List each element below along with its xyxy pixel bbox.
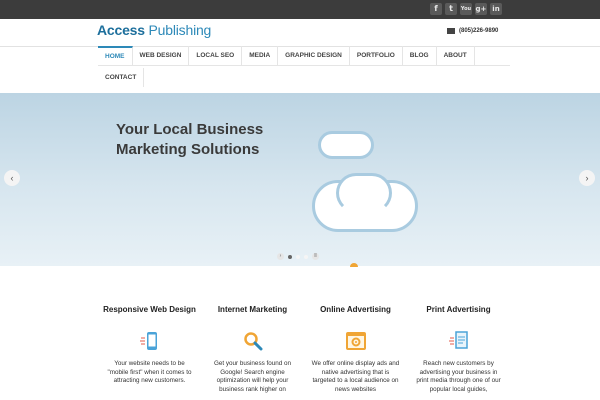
envelope-icon: [447, 28, 455, 34]
logo-word-access: Access: [97, 22, 145, 38]
feature-title: Responsive Web Design: [103, 305, 196, 314]
feature-description: Your website needs to be "mobile first" …: [107, 360, 192, 385]
cloud-small: [318, 131, 374, 159]
phone-contact: (805)226-9890: [447, 28, 498, 34]
feature-print-advertising: Print Advertising Reach new customers by…: [407, 304, 510, 394]
logo-word-publishing: Publishing: [148, 22, 212, 38]
top-bar: f t You g+ in: [0, 0, 600, 19]
feature-responsive-design: Responsive Web Design Your website needs…: [98, 304, 201, 394]
main-navigation: HOME WEB DESIGN LOCAL SEO MEDIA GRAPHIC …: [98, 46, 510, 87]
slider-next-button[interactable]: ›: [579, 170, 595, 186]
slider-prev-button[interactable]: ‹: [4, 170, 20, 186]
feature-online-advertising: Online Advertising We offer online displ…: [304, 304, 407, 394]
hero-title: Your Local Business Marketing Solutions: [116, 120, 316, 160]
youtube-icon[interactable]: You: [460, 3, 472, 15]
nav-row-2: CONTACT: [98, 66, 510, 87]
phone-number: (805)226-9890: [459, 28, 499, 34]
nav-contact[interactable]: CONTACT: [98, 68, 145, 87]
hero-title-line-2: Marketing Solutions: [116, 141, 260, 158]
nav-portfolio[interactable]: PORTFOLIO: [350, 46, 403, 65]
nav-home[interactable]: HOME: [98, 46, 133, 65]
slider-dots: › ll: [277, 253, 319, 260]
nav-row-1: HOME WEB DESIGN LOCAL SEO MEDIA GRAPHIC …: [98, 46, 510, 66]
twitter-icon[interactable]: t: [445, 3, 457, 15]
magnifier-icon: [242, 330, 264, 352]
feature-title: Online Advertising: [320, 305, 391, 314]
nav-about[interactable]: ABOUT: [437, 46, 475, 65]
feature-description: We offer online display ads and native a…: [311, 360, 400, 393]
linkedin-icon[interactable]: in: [490, 3, 502, 15]
googleplus-icon[interactable]: g+: [475, 3, 487, 15]
hero-title-line-1: Your Local Business: [116, 121, 264, 138]
social-links: f t You g+ in: [430, 3, 502, 15]
slider-dot-3[interactable]: [304, 254, 308, 259]
facebook-icon[interactable]: f: [430, 3, 442, 15]
nav-local-seo[interactable]: LOCAL SEO: [189, 46, 243, 65]
feature-description: Reach new customers by advertising your …: [416, 360, 501, 393]
slider-pause-icon[interactable]: ll: [312, 253, 319, 260]
site-header: Access Publishing (805)226-9890: [0, 19, 600, 47]
slider-dot-2[interactable]: [296, 254, 300, 259]
feature-title: Internet Marketing: [217, 305, 288, 314]
cloud-large-top: [336, 173, 392, 213]
browser-gear-icon: [345, 330, 367, 352]
nav-graphic-design[interactable]: GRAPHIC DESIGN: [278, 46, 350, 65]
feature-internet-marketing: Internet Marketing Get your business fou…: [201, 304, 304, 394]
decor-orange-shape: [350, 263, 358, 267]
features-row: Responsive Web Design Your website needs…: [98, 304, 510, 394]
nav-blog[interactable]: BLOG: [403, 46, 437, 65]
site-logo[interactable]: Access Publishing: [97, 22, 211, 38]
nav-web-design[interactable]: WEB DESIGN: [133, 46, 190, 65]
mobile-phone-icon: [139, 330, 161, 352]
nav-media[interactable]: MEDIA: [242, 46, 279, 65]
slider-play-icon[interactable]: ›: [277, 253, 284, 260]
hero-slider: Your Local Business Marketing Solutions …: [0, 93, 600, 266]
feature-description: Get your business found on Google! Searc…: [213, 360, 291, 393]
feature-title: Print Advertising: [426, 305, 491, 314]
slider-dot-1[interactable]: [288, 254, 292, 259]
print-document-icon: [448, 330, 470, 352]
